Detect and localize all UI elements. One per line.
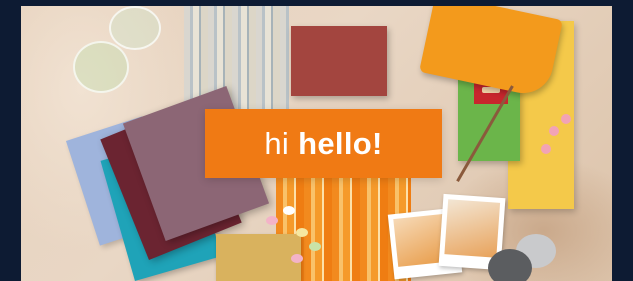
blossom <box>541 144 551 154</box>
hero-image: hi hello! <box>21 6 612 281</box>
candy <box>266 216 278 225</box>
greeting-bold-text: hello! <box>298 125 383 161</box>
blossom <box>561 114 571 124</box>
candy <box>291 254 303 263</box>
drink-glass <box>73 41 129 93</box>
candy <box>309 242 321 251</box>
tan-swatch <box>216 234 301 281</box>
greeting-banner: hi hello! <box>205 109 442 178</box>
blossom <box>549 126 559 136</box>
orange-paper-swatch <box>419 6 563 99</box>
candy <box>296 228 308 237</box>
stone <box>488 249 532 281</box>
candy <box>283 206 295 215</box>
greeting-regular-text: hi <box>264 125 290 161</box>
drink-glass <box>109 6 161 50</box>
maroon-swatch <box>291 26 387 96</box>
